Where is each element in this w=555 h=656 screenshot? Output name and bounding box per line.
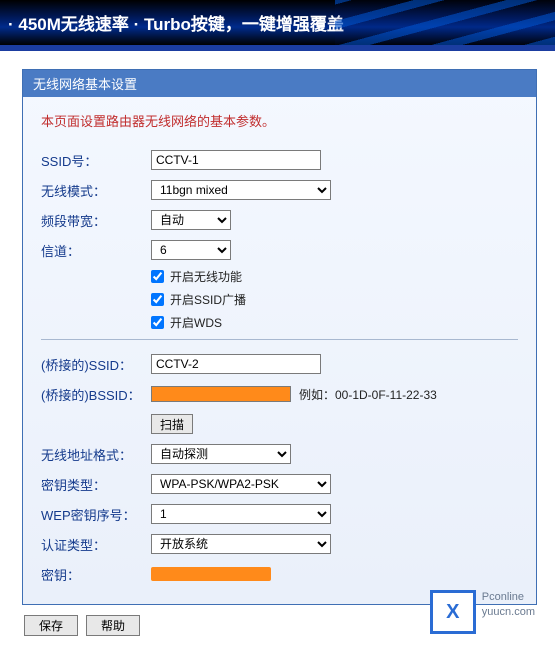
key-type-label: 密钥类型：: [41, 475, 151, 494]
auth-type-select[interactable]: 开放系统: [151, 534, 331, 554]
bssid-hint: 例如：00-1D-0F-11-22-33: [299, 386, 437, 403]
wep-idx-label: WEP密钥序号：: [41, 505, 151, 524]
auth-type-label: 认证类型：: [41, 535, 151, 554]
watermark-line1: Pconline: [482, 590, 535, 605]
divider: [41, 339, 518, 340]
bridge-ssid-label: (桥接的)SSID：: [41, 355, 151, 374]
watermark: X Pconline yuucn.com: [430, 590, 535, 634]
enable-wds-checkbox[interactable]: [151, 316, 164, 329]
scan-button[interactable]: 扫描: [151, 414, 193, 434]
wep-idx-select[interactable]: 1: [151, 504, 331, 524]
save-button[interactable]: 保存: [24, 615, 78, 636]
bridge-ssid-input[interactable]: [151, 354, 321, 374]
mode-label: 无线模式：: [41, 181, 151, 200]
key-type-select[interactable]: WPA-PSK/WPA2-PSK: [151, 474, 331, 494]
help-button[interactable]: 帮助: [86, 615, 140, 636]
enable-wireless-label: 开启无线功能: [170, 268, 242, 285]
enable-ssid-broadcast-label: 开启SSID广播: [170, 291, 246, 308]
addr-format-label: 无线地址格式：: [41, 445, 151, 464]
settings-panel: 无线网络基本设置 本页面设置路由器无线网络的基本参数。 SSID号： 无线模式：…: [22, 69, 537, 605]
key-label: 密钥：: [41, 565, 151, 584]
channel-label: 信道：: [41, 241, 151, 260]
bandwidth-label: 频段带宽：: [41, 211, 151, 230]
banner: · 450M无线速率 · Turbo按键，一键增强覆盖: [0, 0, 555, 51]
bridge-bssid-input[interactable]: [151, 386, 291, 402]
mode-select[interactable]: 11bgn mixed: [151, 180, 331, 200]
bandwidth-select[interactable]: 自动: [151, 210, 231, 230]
watermark-logo-icon: X: [430, 590, 476, 634]
bridge-bssid-label: (桥接的)BSSID：: [41, 385, 151, 404]
ssid-input[interactable]: [151, 150, 321, 170]
enable-wireless-checkbox[interactable]: [151, 270, 164, 283]
ssid-label: SSID号：: [41, 151, 151, 170]
enable-wds-label: 开启WDS: [170, 314, 222, 331]
watermark-line2: yuucn.com: [482, 605, 535, 620]
page-description: 本页面设置路由器无线网络的基本参数。: [41, 111, 518, 130]
addr-format-select[interactable]: 自动探测: [151, 444, 291, 464]
panel-title: 无线网络基本设置: [23, 70, 536, 97]
enable-ssid-broadcast-checkbox[interactable]: [151, 293, 164, 306]
key-input[interactable]: [151, 567, 271, 581]
channel-select[interactable]: 6: [151, 240, 231, 260]
